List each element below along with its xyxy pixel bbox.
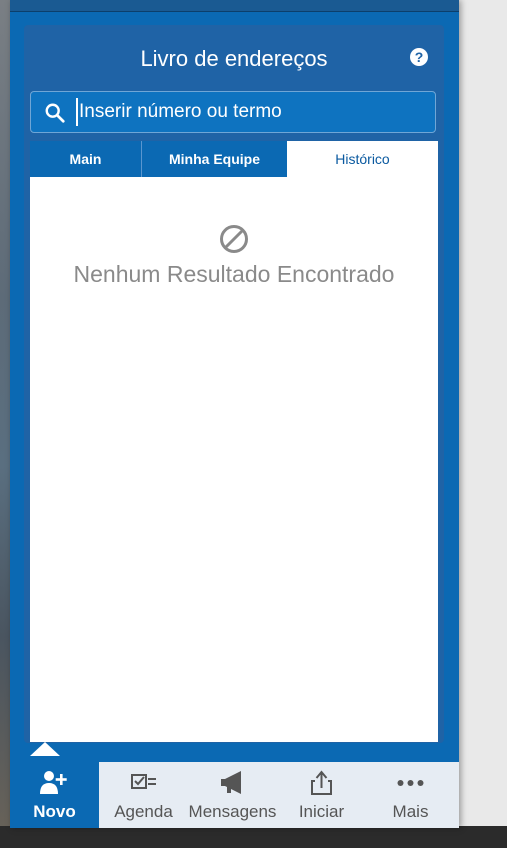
address-book-dialog: Livro de endereços ? Main Minha Equipe H…: [24, 25, 444, 743]
tab-minha-equipe[interactable]: Minha Equipe: [142, 141, 287, 177]
agenda-icon: [131, 774, 156, 789]
taskbar-strip: [0, 826, 507, 848]
tab-bar: Main Minha Equipe Histórico: [30, 141, 438, 177]
no-results-icon: [220, 225, 248, 253]
search-box[interactable]: [30, 91, 436, 133]
nav-agenda[interactable]: Agenda: [99, 762, 188, 828]
tab-historico[interactable]: Histórico: [287, 141, 438, 177]
results-area: Nenhum Resultado Encontrado: [30, 177, 438, 742]
empty-message: Nenhum Resultado Encontrado: [73, 261, 395, 287]
more-icon: [397, 780, 424, 786]
window-top-bar: [10, 0, 459, 12]
nav-mensagens[interactable]: Mensagens: [188, 762, 277, 828]
nav-label-mais: Mais: [392, 802, 429, 821]
nav-label-novo: Novo: [33, 802, 76, 821]
share-icon: [311, 770, 332, 795]
megaphone-icon: [221, 771, 241, 794]
nav-label-mensagens: Mensagens: [188, 802, 277, 821]
dialog-pointer: [30, 742, 60, 756]
dialog-title: Livro de endereços: [140, 46, 328, 71]
nav-iniciar[interactable]: Iniciar: [277, 762, 366, 828]
desktop-background: [0, 0, 10, 848]
search-input[interactable]: [76, 98, 429, 126]
nav-mais[interactable]: Mais: [366, 762, 455, 828]
search-icon: [45, 103, 65, 123]
bottom-navigation: Novo Agenda Mensagens Iniciar Mais: [10, 762, 459, 828]
tab-main[interactable]: Main: [30, 141, 142, 177]
nav-label-agenda: Agenda: [114, 802, 173, 821]
nav-novo[interactable]: Novo: [10, 762, 99, 828]
app-window: Livro de endereços ? Main Minha Equipe H…: [10, 0, 459, 828]
add-user-icon: [40, 771, 67, 794]
help-icon[interactable]: ?: [410, 48, 428, 66]
nav-label-iniciar: Iniciar: [298, 802, 345, 821]
